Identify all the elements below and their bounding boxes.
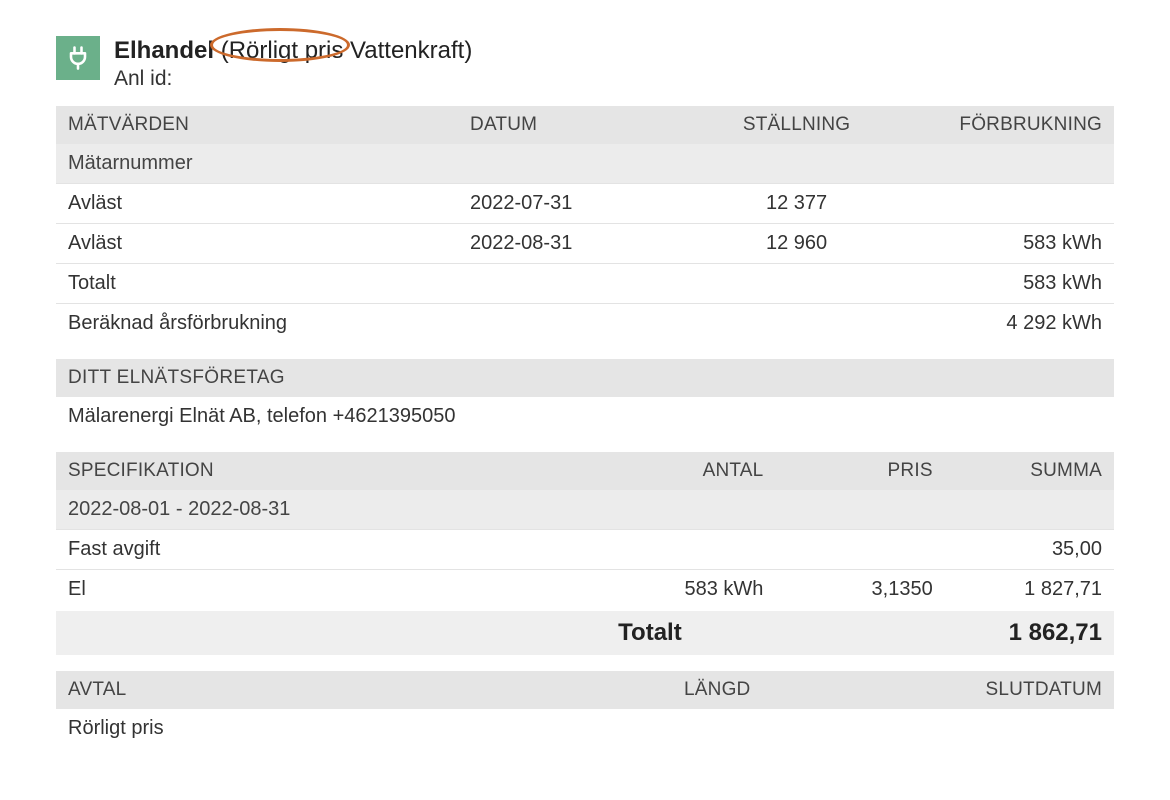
document-header: Elhandel (Rörligt pris Vattenkraft) Anl …: [56, 36, 1114, 92]
cell-avtal: Rörligt pris: [56, 709, 585, 748]
title-bold: Elhandel: [114, 37, 214, 64]
total-row: Totalt 1 862,71: [56, 610, 1114, 655]
title-rest: (Rörligt pris Vattenkraft): [214, 37, 472, 64]
col-pris: PRIS: [775, 452, 944, 490]
cell-label: Avläst: [56, 184, 458, 224]
col-avtal: AVTAL: [56, 671, 585, 709]
cell-reading: 12 377: [691, 184, 903, 224]
meter-number-label: Mätarnummer: [56, 144, 1114, 184]
cell-label: Fast avgift: [56, 530, 606, 570]
cell-label: Avläst: [56, 224, 458, 264]
cell-price: 3,1350: [775, 570, 944, 611]
table-row: Rörligt pris: [56, 709, 1114, 748]
cell-date: [458, 304, 691, 344]
table-row: Totalt 583 kWh: [56, 264, 1114, 304]
cell-reading: [691, 304, 903, 344]
meter-number-row: Mätarnummer: [56, 144, 1114, 184]
cell-usage: [902, 184, 1114, 224]
metered-values-table: MÄTVÄRDEN DATUM STÄLLNING FÖRBRUKNING Mä…: [56, 106, 1114, 343]
table-row: Avläst 2022-07-31 12 377: [56, 184, 1114, 224]
cell-slutdatum: [850, 709, 1115, 748]
cell-langd: [585, 709, 850, 748]
cell-usage: 583 kWh: [902, 264, 1114, 304]
title-block: Elhandel (Rörligt pris Vattenkraft) Anl …: [114, 36, 472, 92]
total-label: Totalt: [606, 610, 775, 655]
cell-date: 2022-08-31: [458, 224, 691, 264]
cell-qty: [606, 530, 775, 570]
col-slutdatum: SLUTDATUM: [850, 671, 1115, 709]
cell-sum: 1 827,71: [945, 570, 1114, 611]
col-langd: LÄNGD: [585, 671, 850, 709]
cell-date: 2022-07-31: [458, 184, 691, 224]
cell-qty: 583 kWh: [606, 570, 775, 611]
table-row: Avläst 2022-08-31 12 960 583 kWh: [56, 224, 1114, 264]
page-title: Elhandel (Rörligt pris Vattenkraft): [114, 36, 472, 66]
grid-company-header: DITT ELNÄTSFÖRETAG: [56, 359, 1114, 397]
cell-label: Totalt: [56, 264, 458, 304]
cell-usage: 583 kWh: [902, 224, 1114, 264]
col-antal: ANTAL: [606, 452, 775, 490]
cell-reading: 12 960: [691, 224, 903, 264]
plug-icon: [56, 36, 100, 80]
cell-date: [458, 264, 691, 304]
col-stallning: STÄLLNING: [691, 106, 903, 144]
cell-sum: 35,00: [945, 530, 1114, 570]
col-summa: SUMMA: [945, 452, 1114, 490]
cell-usage: 4 292 kWh: [902, 304, 1114, 344]
cell-label: El: [56, 570, 606, 611]
period-row: 2022-08-01 - 2022-08-31: [56, 490, 1114, 530]
contract-table: AVTAL LÄNGD SLUTDATUM Rörligt pris: [56, 671, 1114, 748]
grid-company-value: Mälarenergi Elnät AB, telefon +462139505…: [56, 397, 1114, 436]
cell-label: Beräknad årsförbrukning: [56, 304, 458, 344]
col-matvarden: MÄTVÄRDEN: [56, 106, 458, 144]
table-row: Beräknad årsförbrukning 4 292 kWh: [56, 304, 1114, 344]
col-forbrukning: FÖRBRUKNING: [902, 106, 1114, 144]
table-row: El 583 kWh 3,1350 1 827,71: [56, 570, 1114, 611]
anl-id-label: Anl id:: [114, 66, 472, 92]
specification-table: SPECIFIKATION ANTAL PRIS SUMMA 2022-08-0…: [56, 452, 1114, 655]
period-label: 2022-08-01 - 2022-08-31: [56, 490, 1114, 530]
table-row: Fast avgift 35,00: [56, 530, 1114, 570]
cell-reading: [691, 264, 903, 304]
col-specifikation: SPECIFIKATION: [56, 452, 606, 490]
total-value: 1 862,71: [945, 610, 1114, 655]
grid-company-table: DITT ELNÄTSFÖRETAG Mälarenergi Elnät AB,…: [56, 359, 1114, 436]
col-datum: DATUM: [458, 106, 691, 144]
cell-price: [775, 530, 944, 570]
table-row: Mälarenergi Elnät AB, telefon +462139505…: [56, 397, 1114, 436]
